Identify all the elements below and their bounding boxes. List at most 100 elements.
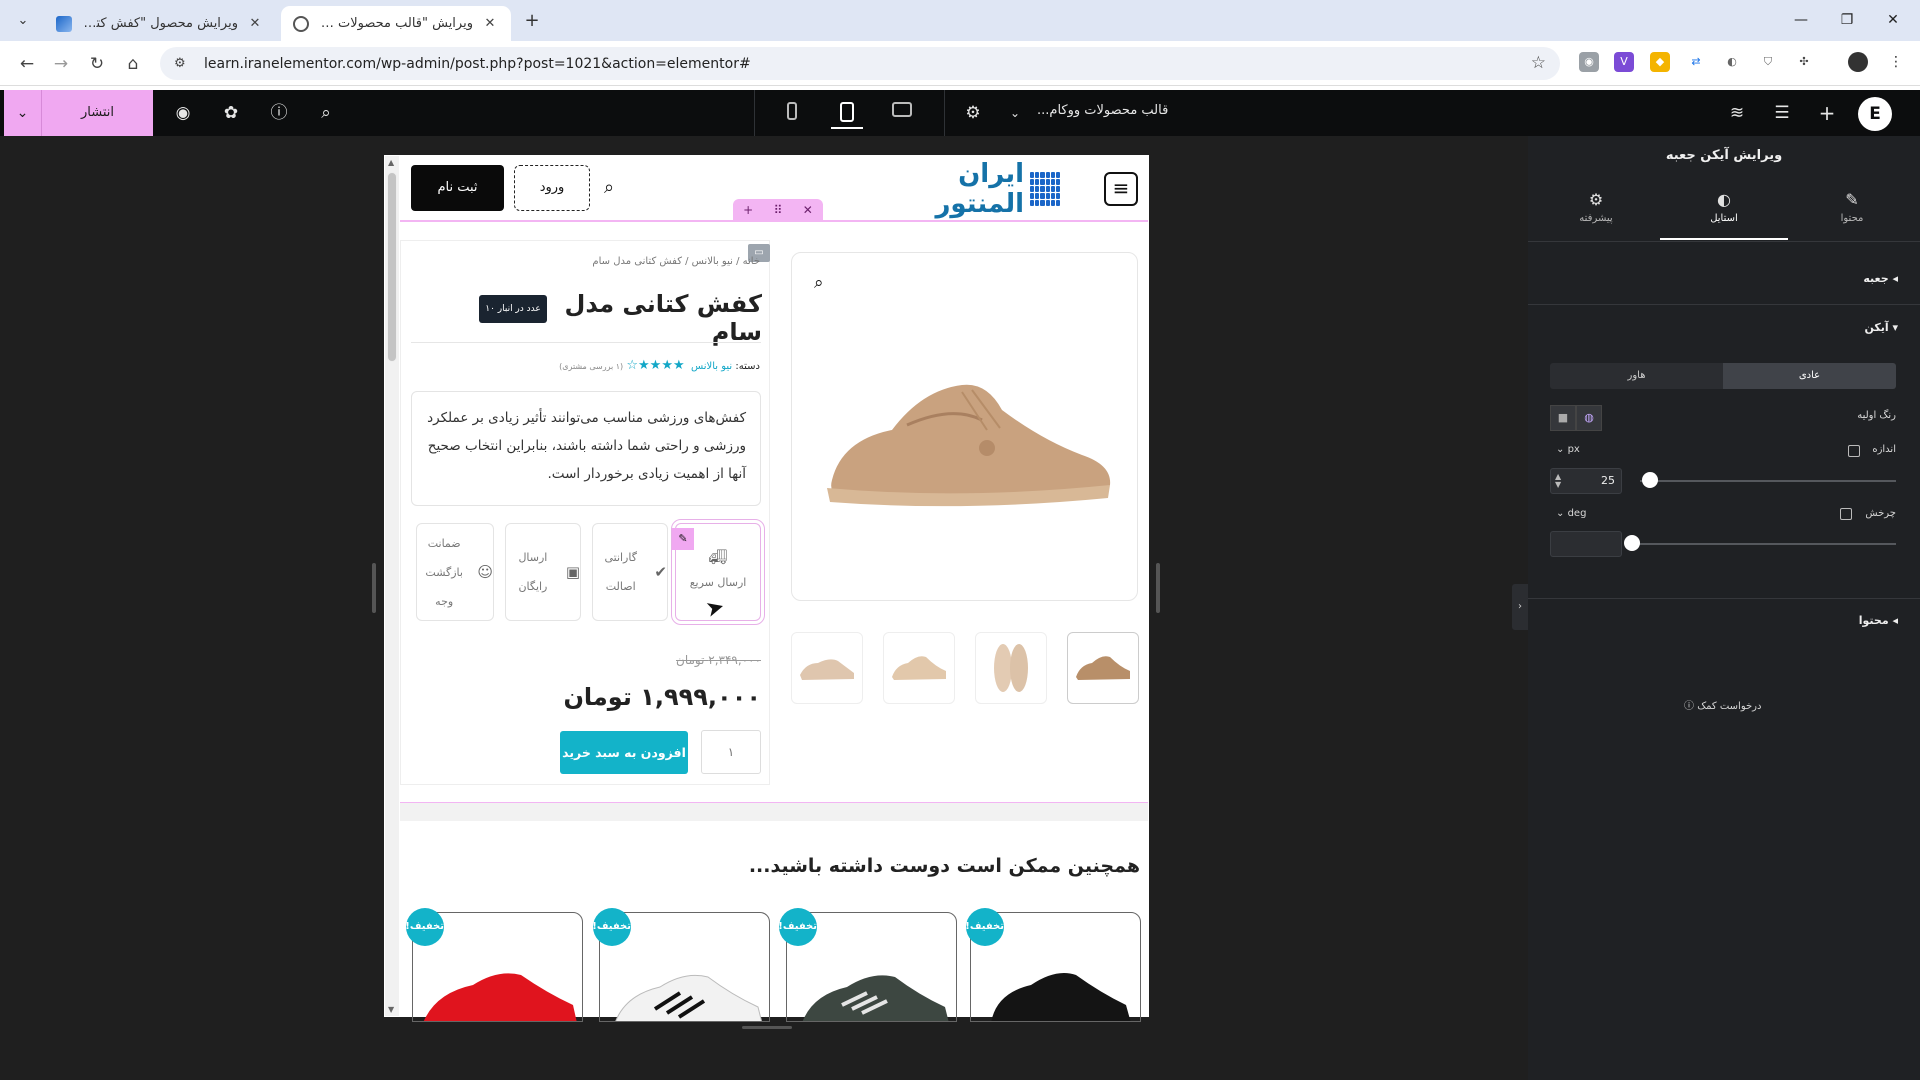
gallery-thumbnail[interactable] [975, 632, 1047, 704]
help-icon[interactable]: ⓘ [267, 101, 291, 125]
recorder-extension-icon[interactable]: ◐ [1722, 52, 1742, 72]
category-link[interactable]: نیو بالانس [691, 361, 732, 372]
camera-extension-icon[interactable]: ◉ [1579, 52, 1599, 72]
help-link[interactable]: درخواست کمک ⓘ [1684, 697, 1761, 712]
address-bar[interactable]: ⚙ learn.iranelementor.com/wp-admin/post.… [160, 47, 1560, 80]
site-settings-sliders-icon[interactable]: ☰ [1770, 101, 1794, 125]
device-mobile-icon[interactable] [776, 97, 808, 129]
add-element-plus-icon[interactable]: + [1815, 101, 1839, 125]
preview-eye-icon[interactable]: ◉ [171, 101, 195, 125]
delete-section-icon[interactable]: ✕ [803, 203, 813, 217]
feature-label: ارسال رایگان [518, 551, 548, 593]
color-swatch-icon[interactable]: ◍ [1576, 405, 1602, 431]
back-icon[interactable]: ← [14, 51, 40, 77]
edit-widget-pencil-icon[interactable]: ✎ [672, 528, 694, 550]
zoom-search-icon[interactable]: ⌕ [814, 273, 824, 293]
rotate-number-input[interactable] [1550, 531, 1622, 557]
size-unit-selector[interactable]: ⌄ px [1556, 444, 1580, 455]
section-box-label: جعبه [1863, 272, 1889, 285]
primary-color-picker[interactable]: ■ ◍ [1550, 405, 1602, 431]
restore-icon[interactable]: ❐ [1827, 8, 1867, 32]
swap-extension-icon[interactable]: ⇄ [1686, 52, 1706, 72]
site-search-icon[interactable]: ⌕ [604, 177, 614, 198]
scrollbar-thumb[interactable] [387, 172, 397, 362]
publish-button[interactable]: انتشار [42, 90, 153, 136]
section-icon-header[interactable]: ▾ آیکن [1864, 321, 1898, 334]
hamburger-menu-icon[interactable]: ≡ [1104, 172, 1138, 206]
bookmark-star-icon[interactable]: ☆ [1531, 53, 1546, 73]
gallery-thumbnail[interactable] [791, 632, 863, 704]
tab-content[interactable]: ✎ محتوا [1788, 190, 1916, 240]
add-to-cart-button[interactable]: افزودن به سبد خرید [560, 731, 688, 774]
device-tablet-icon[interactable] [831, 97, 863, 129]
add-section-icon[interactable]: + [743, 203, 753, 217]
gallery-thumbnail[interactable] [1067, 632, 1139, 704]
responsive-device-icon[interactable] [1840, 508, 1852, 520]
tab-search-icon[interactable]: ⌄ [10, 8, 36, 34]
page-settings-gear-icon[interactable]: ⚙ [961, 101, 985, 125]
reload-icon[interactable]: ↻ [84, 51, 110, 77]
browser-menu-icon[interactable]: ⋮ [1886, 52, 1906, 72]
responsive-device-icon[interactable] [1848, 445, 1860, 457]
resize-handle-left[interactable] [372, 563, 376, 613]
rotate-slider-handle[interactable] [1624, 535, 1640, 551]
structure-layers-icon[interactable]: ≋ [1725, 101, 1749, 125]
size-slider-track[interactable] [1640, 480, 1896, 482]
browser-tab-active[interactable]: ویرایش "قالب محصولات ووکامر ✕ [281, 6, 511, 41]
thumbnail-image [1076, 656, 1130, 680]
scroll-up-icon[interactable]: ▲ [388, 158, 396, 167]
register-button[interactable]: ثبت نام [411, 165, 504, 211]
elementor-top-bar: ⌄ انتشار ◉ ✿ ⓘ ⌕ ⚙ ⌄ قالب محصولات ووکام.… [0, 86, 1920, 136]
home-icon[interactable]: ⌂ [120, 51, 146, 77]
rotate-slider-track[interactable] [1630, 543, 1896, 545]
finder-search-icon[interactable]: ⌕ [314, 101, 338, 125]
minimize-icon[interactable]: — [1781, 8, 1821, 32]
preview-scrollbar[interactable]: ▲ ▼ [385, 156, 399, 1016]
drag-section-icon[interactable]: ⠿ [774, 203, 783, 217]
resize-handle-bottom[interactable] [742, 1026, 792, 1029]
tab-advanced[interactable]: ⚙ پیشرفته [1532, 190, 1660, 240]
close-window-icon[interactable]: ✕ [1873, 8, 1913, 32]
tab-style[interactable]: ◐ استایل [1660, 190, 1788, 240]
gallery-thumbnail[interactable] [883, 632, 955, 704]
size-slider-handle[interactable] [1642, 472, 1658, 488]
shield-extension-icon[interactable]: ⛉ [1758, 52, 1778, 72]
feature-box-warranty[interactable]: ✔ گارانتی اصالت [592, 523, 668, 621]
section-box-header[interactable]: ◂ جعبه [1863, 272, 1898, 285]
close-tab-icon[interactable]: ✕ [246, 16, 264, 31]
forward-icon[interactable]: → [48, 51, 74, 77]
collapse-panel-chevron-icon[interactable]: › [1512, 584, 1528, 630]
site-info-icon[interactable]: ⚙ [174, 56, 192, 71]
stepper-icon[interactable]: ▲ ▼ [1555, 473, 1561, 489]
publish-dropdown-button[interactable]: ⌄ [4, 90, 42, 136]
feature-box-money-back[interactable]: ☺ ضمانت بازگشت وجه [416, 523, 494, 621]
global-colors-icon[interactable]: ■ [1550, 405, 1576, 431]
device-desktop-icon[interactable] [886, 97, 918, 129]
product-image-sneaker [827, 384, 1111, 507]
document-dropdown-icon[interactable]: ⌄ [1003, 101, 1027, 125]
elementor-logo-icon[interactable]: E [1858, 97, 1892, 131]
state-toggle: هاور عادی [1550, 363, 1896, 389]
state-hover-tab[interactable]: هاور [1550, 363, 1723, 389]
login-button[interactable]: ورود [514, 165, 590, 211]
profile-avatar[interactable] [1848, 52, 1868, 72]
feature-box-free-shipping[interactable]: ▣ ارسال رایگان [505, 523, 581, 621]
size-number-input[interactable]: ▲ ▼ 25 [1550, 468, 1622, 494]
site-logo[interactable]: ایران المنتور [880, 159, 1060, 219]
v-extension-icon[interactable]: V [1614, 52, 1634, 72]
close-tab-icon[interactable]: ✕ [481, 16, 499, 31]
reviews-link[interactable]: (۱ بررسی مشتری) [559, 362, 623, 371]
new-tab-icon[interactable]: + [520, 9, 544, 33]
section-icon-label: آیکن [1864, 321, 1889, 334]
resize-handle-right[interactable] [1156, 563, 1160, 613]
extensions-puzzle-icon[interactable]: ✣ [1794, 52, 1814, 72]
section-content-header[interactable]: ◂ محتوا [1859, 614, 1898, 627]
document-title[interactable]: قالب محصولات ووکام... [1037, 103, 1168, 118]
yellow-extension-icon[interactable]: ◆ [1650, 52, 1670, 72]
state-normal-tab[interactable]: عادی [1723, 363, 1896, 389]
whats-new-gift-icon[interactable]: ✿ [219, 101, 243, 125]
quantity-input[interactable]: ۱ [701, 730, 761, 774]
rotate-unit-selector[interactable]: ⌄ deg [1556, 508, 1586, 519]
scroll-down-icon[interactable]: ▼ [388, 1005, 396, 1014]
browser-tab[interactable]: ویرایش محصول "کفش کتانی مدل ✕ [44, 6, 276, 41]
